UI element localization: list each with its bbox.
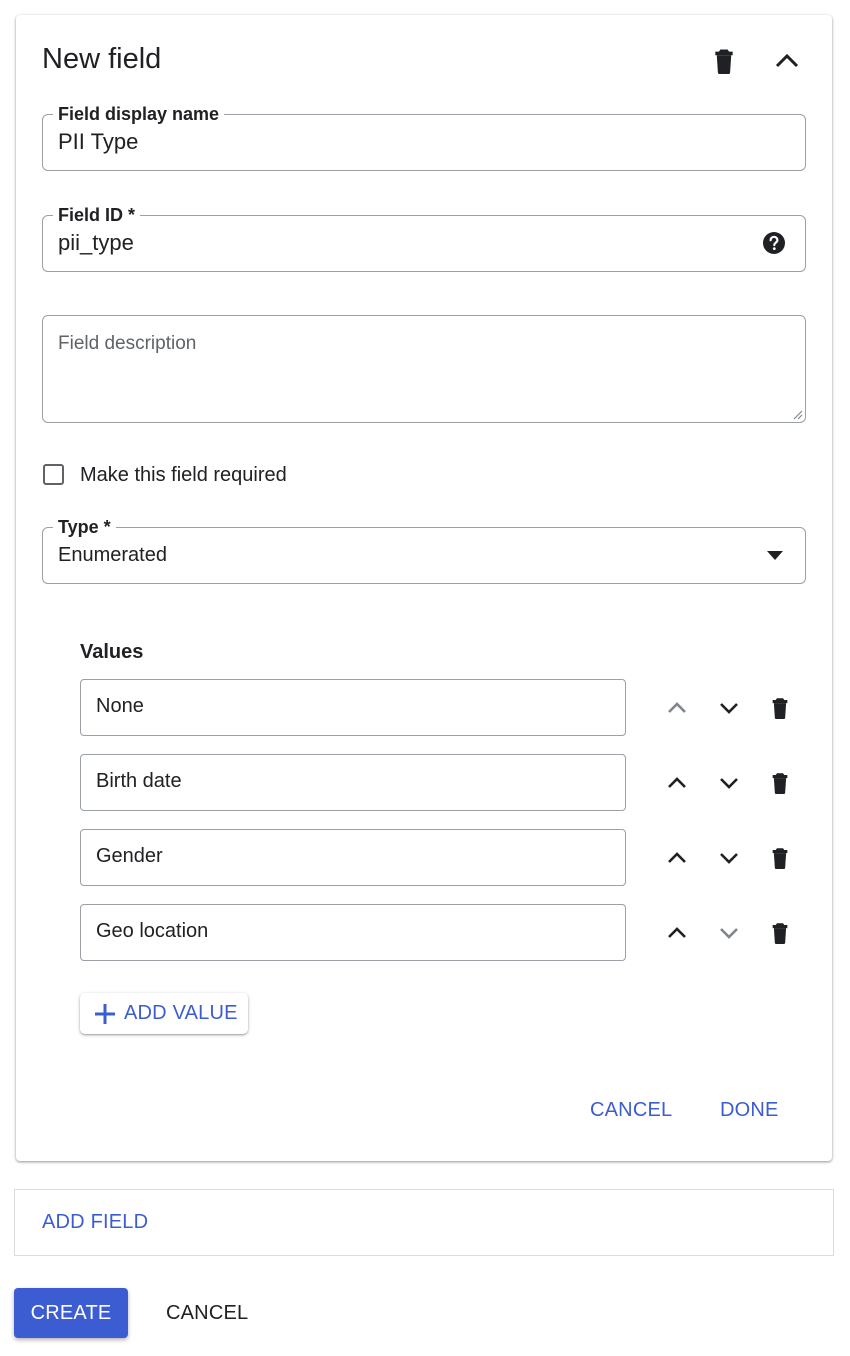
required-checkbox[interactable] (43, 464, 64, 485)
field-description-textarea[interactable]: Field description (42, 315, 806, 423)
chevron-up-icon (668, 927, 686, 938)
field-display-name-value: PII Type (58, 129, 139, 154)
trash-icon (715, 49, 733, 74)
cancel-button[interactable]: CANCEL (166, 1302, 248, 1325)
move-up-button[interactable] (664, 692, 690, 724)
add-value-button[interactable]: ADD VALUE (80, 993, 248, 1034)
move-down-button[interactable] (716, 767, 742, 799)
type-value: Enumerated (58, 544, 167, 566)
move-up-button[interactable] (664, 767, 690, 799)
chevron-up-icon (668, 777, 686, 788)
create-button[interactable]: CREATE (14, 1288, 128, 1338)
field-id-label: Field ID * (53, 204, 141, 226)
value-input[interactable]: Birth date (80, 754, 626, 811)
move-up-button[interactable] (664, 842, 690, 874)
value-text: None (96, 695, 144, 717)
chevron-down-icon (720, 928, 738, 939)
delete-field-button[interactable] (708, 45, 740, 77)
cancel-field-button[interactable]: CANCEL (590, 1099, 672, 1122)
value-text: Birth date (96, 770, 182, 792)
field-display-name-field[interactable]: Field display name PII Type (42, 103, 806, 171)
plus-icon (95, 1003, 115, 1024)
delete-value-button[interactable] (767, 917, 793, 949)
move-up-button[interactable] (664, 917, 690, 949)
value-text: Gender (96, 845, 163, 867)
field-id-help-button[interactable] (761, 230, 787, 256)
move-down-button[interactable] (716, 692, 742, 724)
add-value-label: ADD VALUE (124, 1002, 238, 1024)
caret-down-icon (767, 551, 783, 560)
type-select[interactable]: Type * Enumerated (42, 516, 806, 584)
card-title: New field (42, 43, 162, 75)
help-circle-icon (763, 232, 785, 254)
new-field-card: New field Field display name PII Type Fi… (16, 15, 832, 1161)
add-field-button[interactable]: ADD FIELD (42, 1211, 148, 1234)
value-input[interactable]: Gender (80, 829, 626, 886)
delete-value-button[interactable] (767, 767, 793, 799)
chevron-up-icon (668, 702, 686, 713)
trash-icon (772, 698, 788, 719)
field-id-field[interactable]: Field ID * pii_type (42, 204, 806, 272)
done-button[interactable]: DONE (720, 1099, 779, 1122)
delete-value-button[interactable] (767, 692, 793, 724)
add-field-section: ADD FIELD (14, 1189, 834, 1256)
trash-icon (772, 923, 788, 944)
move-down-button[interactable] (716, 917, 742, 949)
chevron-up-icon (668, 852, 686, 863)
field-id-value: pii_type (58, 230, 134, 255)
chevron-down-icon (720, 703, 738, 714)
trash-icon (772, 773, 788, 794)
trash-icon (772, 848, 788, 869)
move-down-button[interactable] (716, 842, 742, 874)
collapse-button[interactable] (770, 45, 804, 77)
chevron-down-icon (720, 853, 738, 864)
chevron-down-icon (720, 778, 738, 789)
delete-value-button[interactable] (767, 842, 793, 874)
values-label: Values (80, 641, 144, 663)
value-text: Geo location (96, 920, 209, 942)
required-checkbox-label: Make this field required (80, 464, 287, 486)
chevron-up-icon (775, 53, 799, 68)
type-label: Type * (53, 516, 116, 538)
value-input[interactable]: None (80, 679, 626, 736)
field-display-name-label: Field display name (53, 103, 225, 125)
resize-handle-icon[interactable] (791, 408, 803, 420)
value-input[interactable]: Geo location (80, 904, 626, 961)
field-description-placeholder: Field description (58, 333, 197, 354)
